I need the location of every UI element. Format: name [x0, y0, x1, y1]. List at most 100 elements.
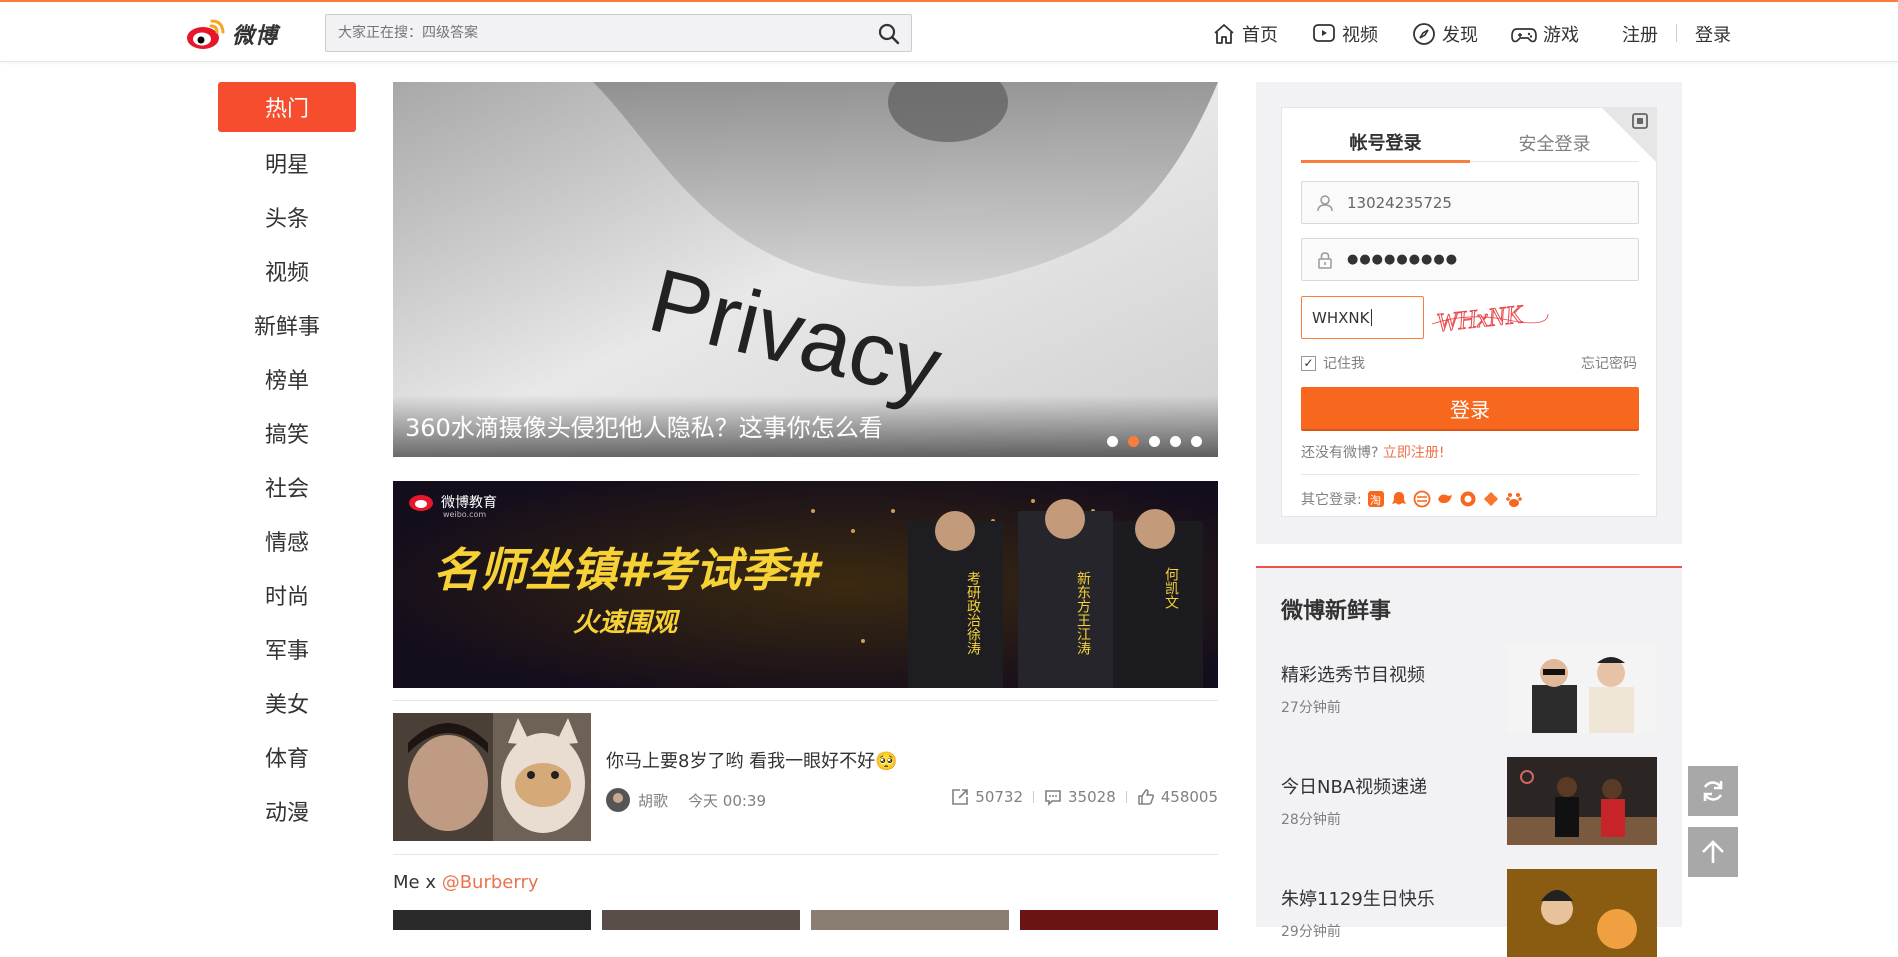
thumbnail[interactable] — [602, 910, 800, 930]
carousel-dot[interactable] — [1191, 436, 1202, 447]
banner-logo-text: 微博教育 — [441, 494, 497, 511]
login-label: 登录 — [1695, 25, 1731, 46]
fresh-item-thumbnail[interactable] — [1507, 645, 1657, 733]
china-mobile-icon[interactable] — [1482, 490, 1500, 508]
weibo-logo[interactable]: 微博 — [186, 14, 296, 54]
weibo-eye-icon — [187, 19, 225, 49]
forgot-password-link[interactable]: 忘记密码 — [1581, 353, 1637, 373]
fresh-item-title[interactable]: 朱婷1129生日快乐 — [1281, 885, 1435, 911]
left-nav-item[interactable]: 视频 — [218, 244, 356, 298]
nav-games-label: 游戏 — [1543, 25, 1579, 46]
tab-account-login[interactable]: 帐号登录 — [1301, 124, 1470, 163]
author-avatar[interactable] — [606, 788, 630, 812]
hero-caption[interactable]: 360水滴摄像头侵犯他人隐私？这事你怎么看 — [405, 408, 883, 443]
svg-text:淘: 淘 — [1370, 494, 1381, 507]
left-nav-item[interactable]: 榜单 — [218, 352, 356, 406]
fresh-title: 微博新鲜事 — [1281, 599, 1392, 624]
netease-icon[interactable] — [1413, 490, 1431, 508]
left-nav-item[interactable]: 美女 — [218, 676, 356, 730]
left-nav-item[interactable]: 情感 — [218, 514, 356, 568]
left-nav-item[interactable]: 明星 — [218, 136, 356, 190]
left-nav-item[interactable]: 头条 — [218, 190, 356, 244]
left-nav-item[interactable]: 社会 — [218, 460, 356, 514]
nav-video[interactable]: 视频 — [1312, 20, 1378, 48]
burberry-post-title[interactable]: Me x @Burberry — [393, 872, 539, 893]
hero-carousel[interactable]: Privacy 360水滴摄像头侵犯他人隐私？这事你怎么看 — [393, 82, 1218, 457]
fresh-item-title[interactable]: 今日NBA视频速递 — [1281, 773, 1427, 799]
left-nav-item[interactable]: 军事 — [218, 622, 356, 676]
like-button[interactable]: 458005 — [1137, 788, 1218, 806]
password-input[interactable] — [1347, 252, 1627, 267]
thumbnail[interactable] — [811, 910, 1009, 930]
gamepad-icon — [1511, 28, 1537, 43]
captcha-image[interactable]: WHxNK — [1428, 294, 1552, 338]
fresh-item-title[interactable]: 精彩选秀节目视频 — [1281, 661, 1425, 687]
fresh-item[interactable]: 精彩选秀节目视频 27分钟前 — [1281, 645, 1657, 733]
refresh-button[interactable] — [1688, 766, 1738, 816]
remember-me[interactable]: ✓ 记住我 — [1301, 353, 1365, 373]
search-box[interactable] — [325, 14, 912, 52]
login-button[interactable]: 登录 — [1301, 387, 1639, 429]
tianyi-icon[interactable] — [1436, 490, 1454, 508]
video-icon — [1313, 24, 1335, 42]
register-label: 注册 — [1622, 25, 1658, 46]
fresh-item-time: 28分钟前 — [1281, 812, 1341, 828]
qq-icon[interactable] — [1390, 490, 1408, 508]
fresh-item[interactable]: 朱婷1129生日快乐 29分钟前 — [1281, 869, 1657, 957]
nav-home[interactable]: 首页 — [1212, 20, 1278, 48]
captcha-input[interactable]: WHXNK — [1301, 296, 1424, 339]
thumbnail[interactable] — [1020, 910, 1218, 930]
taobao-icon[interactable]: 淘 — [1367, 490, 1385, 508]
comment-button[interactable]: 35028 — [1044, 788, 1116, 806]
fresh-item-thumbnail[interactable] — [1507, 757, 1657, 845]
feed-thumbnail[interactable] — [393, 713, 591, 841]
carousel-dot-active[interactable] — [1128, 436, 1139, 447]
carousel-dot[interactable] — [1107, 436, 1118, 447]
feed-text[interactable]: 你马上要8岁了哟 看我一眼好不好🥺 — [606, 747, 898, 773]
repost-button[interactable]: 50732 — [951, 788, 1023, 806]
username-input[interactable] — [1347, 193, 1627, 212]
username-field[interactable] — [1301, 181, 1639, 224]
nav-divider — [1676, 24, 1677, 42]
thumbs-up-icon — [1137, 789, 1154, 805]
left-nav: 热门 明星 头条 视频 新鲜事 榜单 搞笑 社会 情感 时尚 军事 美女 体育 … — [218, 82, 356, 838]
left-nav-item[interactable]: 热门 — [218, 82, 356, 132]
burberry-mention[interactable]: @Burberry — [442, 872, 539, 893]
back-to-top-button[interactable] — [1688, 827, 1738, 877]
register-now-link[interactable]: 立即注册! — [1383, 445, 1445, 461]
nav-discover[interactable]: 发现 — [1412, 20, 1478, 48]
carousel-dot[interactable] — [1170, 436, 1181, 447]
nav-discover-label: 发现 — [1442, 25, 1478, 46]
feed-text-body: 你马上要8岁了哟 看我一眼好不好 — [606, 751, 876, 772]
thumbnail[interactable] — [393, 910, 591, 930]
register-link[interactable]: 注册 — [1622, 20, 1658, 48]
compass-icon — [1413, 23, 1435, 45]
login-link[interactable]: 登录 — [1695, 20, 1731, 48]
top-bar: 微博 首页 视频 发现 游戏 注册 登录 — [0, 2, 1898, 62]
nav-games[interactable]: 游戏 — [1511, 20, 1579, 48]
fresh-item-thumbnail[interactable] — [1507, 869, 1657, 957]
comment-icon — [1045, 790, 1061, 806]
refresh-icon — [1703, 781, 1723, 801]
left-nav-item[interactable]: 时尚 — [218, 568, 356, 622]
stat-divider — [1125, 791, 1127, 803]
carousel-dot[interactable] — [1149, 436, 1160, 447]
promo-banner[interactable]: 微博教育 weibo.com 名师坐镇#考试季# 火速围观 考研政治徐涛 新东方… — [393, 481, 1218, 688]
password-field[interactable] — [1301, 238, 1639, 281]
left-nav-item[interactable]: 新鲜事 — [218, 298, 356, 352]
left-nav-item[interactable]: 动漫 — [218, 784, 356, 838]
arrow-up-icon — [1702, 840, 1724, 863]
360-icon[interactable] — [1459, 490, 1477, 508]
repost-count: 50732 — [975, 788, 1024, 806]
comment-count: 35028 — [1068, 788, 1116, 806]
fresh-item[interactable]: 今日NBA视频速递 28分钟前 — [1281, 757, 1657, 845]
left-nav-item[interactable]: 体育 — [218, 730, 356, 784]
search-icon[interactable] — [877, 22, 901, 46]
search-input[interactable] — [326, 15, 846, 51]
feed-author[interactable]: 胡歌 — [638, 790, 668, 811]
baidu-icon[interactable] — [1505, 490, 1523, 508]
feed-item[interactable]: 你马上要8岁了哟 看我一眼好不好🥺 胡歌 今天 00:39 50732 3502… — [393, 713, 1218, 841]
remember-checkbox[interactable]: ✓ — [1301, 355, 1316, 371]
left-nav-item[interactable]: 搞笑 — [218, 406, 356, 460]
tab-secure-login[interactable]: 安全登录 — [1470, 124, 1639, 162]
